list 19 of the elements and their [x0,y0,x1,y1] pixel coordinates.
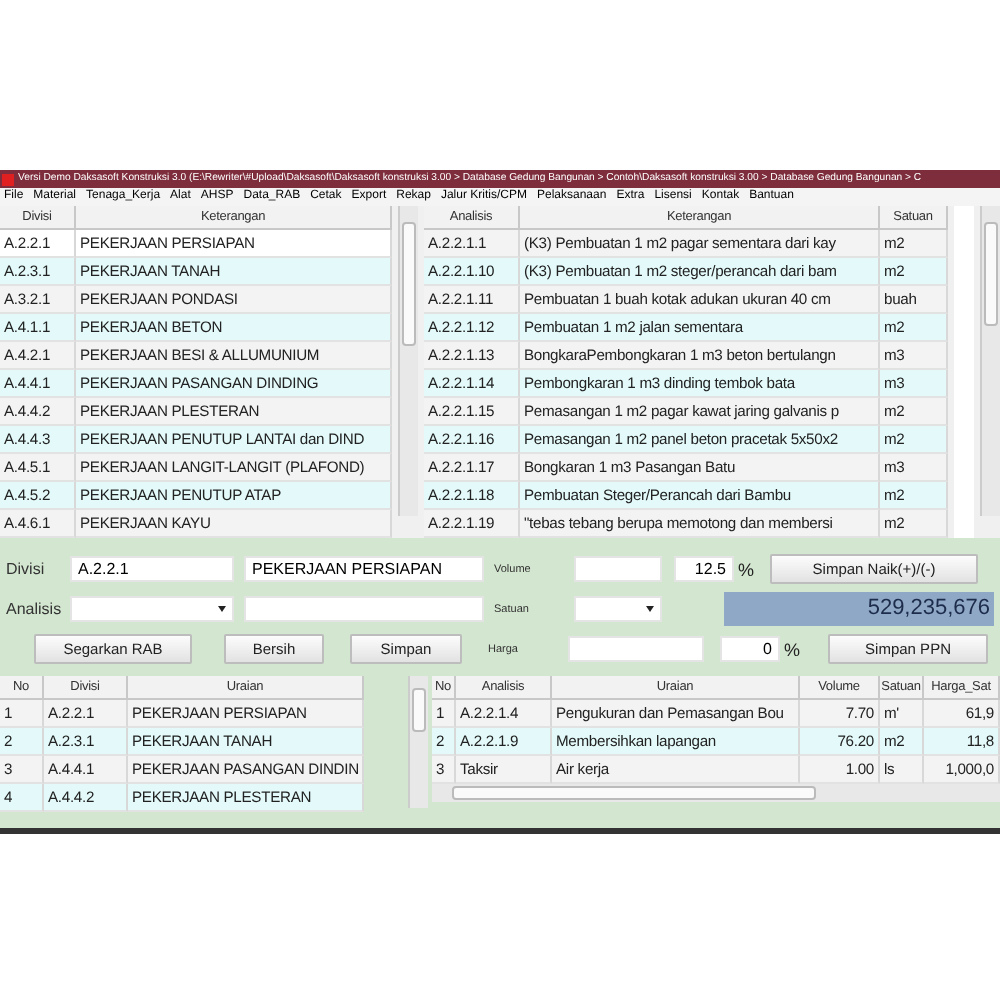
field-label: Divisi [6,560,47,578]
vertical-scrollbar[interactable] [398,206,418,516]
app-icon [2,173,14,185]
total-display: 529,235,676 [724,592,994,626]
satuan-dropdown[interactable] [574,596,662,622]
divisi-code-field[interactable]: A.2.2.1 [70,556,234,582]
field-label: Analisis [6,600,64,618]
vertical-scrollbar[interactable] [980,206,1000,516]
analisis-dropdown[interactable] [70,596,234,622]
analisis-name-field[interactable] [244,596,484,622]
volume-field[interactable] [574,556,662,582]
harga-field[interactable] [568,636,704,662]
harga-percent-field[interactable]: 0 [720,636,780,662]
divisi-name-field[interactable]: PEKERJAAN PERSIAPAN [244,556,484,582]
percent-sign: % [738,559,755,579]
horizontal-scrollbar[interactable] [432,784,1000,802]
percent-sign: % [784,639,801,659]
volume-percent-field[interactable]: 12.5 [674,556,734,582]
vertical-scrollbar[interactable] [408,676,428,808]
